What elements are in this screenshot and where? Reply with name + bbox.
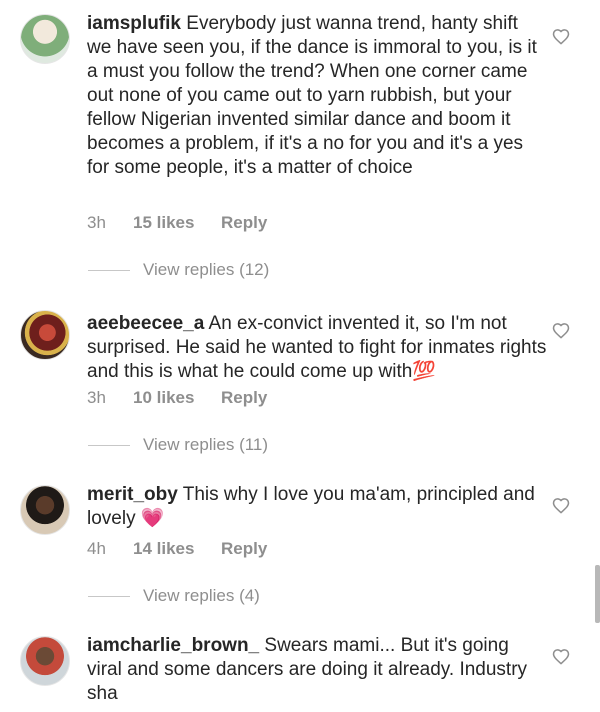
comment-time: 3h — [87, 388, 106, 407]
comment-likes[interactable]: 14 likes — [133, 539, 221, 559]
comment-username[interactable]: iamsplufik — [87, 13, 181, 34]
comment-body: iamsplufik Everybody just wanna trend, h… — [87, 12, 547, 180]
reply-button[interactable]: Reply — [221, 213, 267, 233]
avatar[interactable] — [20, 485, 70, 535]
replies-divider — [88, 269, 130, 271]
avatar[interactable] — [20, 14, 70, 64]
heart-outline-icon[interactable] — [552, 28, 570, 45]
comment-body: aeebeecee_a An ex-convict invented it, s… — [87, 312, 547, 384]
scrollbar[interactable] — [595, 565, 600, 623]
view-replies-label: View replies (4) — [143, 586, 260, 605]
view-replies-label: View replies (12) — [143, 260, 270, 279]
comment-username[interactable]: aeebeecee_a — [87, 313, 204, 334]
comment-body: merit_oby This why I love you ma'am, pri… — [87, 483, 547, 531]
comment-meta: 4h 14 likes Reply — [87, 538, 267, 560]
heart-outline-icon[interactable] — [552, 322, 570, 339]
comment-likes[interactable]: 15 likes — [133, 213, 221, 233]
comment-username[interactable]: iamcharlie_brown_ — [87, 635, 259, 656]
comment-meta: 3h 10 likes Reply — [87, 387, 267, 409]
view-replies-button[interactable]: View replies (12) — [88, 258, 269, 282]
reply-button[interactable]: Reply — [221, 388, 267, 408]
heart-outline-icon[interactable] — [552, 497, 570, 514]
comment-username[interactable]: merit_oby — [87, 484, 178, 505]
comment-time: 3h — [87, 213, 106, 232]
view-replies-button[interactable]: View replies (4) — [88, 584, 260, 608]
comment-text: Everybody just wanna trend, hanty shift … — [87, 13, 537, 178]
comment-body: iamcharlie_brown_ Swears mami... But it'… — [87, 634, 547, 706]
comment-likes[interactable]: 10 likes — [133, 388, 221, 408]
avatar[interactable] — [20, 636, 70, 686]
view-replies-label: View replies (11) — [143, 435, 269, 454]
comment-meta: 3h 15 likes Reply — [87, 212, 267, 234]
view-replies-button[interactable]: View replies (11) — [88, 433, 268, 457]
comment-time: 4h — [87, 539, 106, 558]
replies-divider — [88, 444, 130, 446]
replies-divider — [88, 595, 130, 597]
avatar[interactable] — [20, 310, 70, 360]
reply-button[interactable]: Reply — [221, 539, 267, 559]
heart-outline-icon[interactable] — [552, 648, 570, 665]
